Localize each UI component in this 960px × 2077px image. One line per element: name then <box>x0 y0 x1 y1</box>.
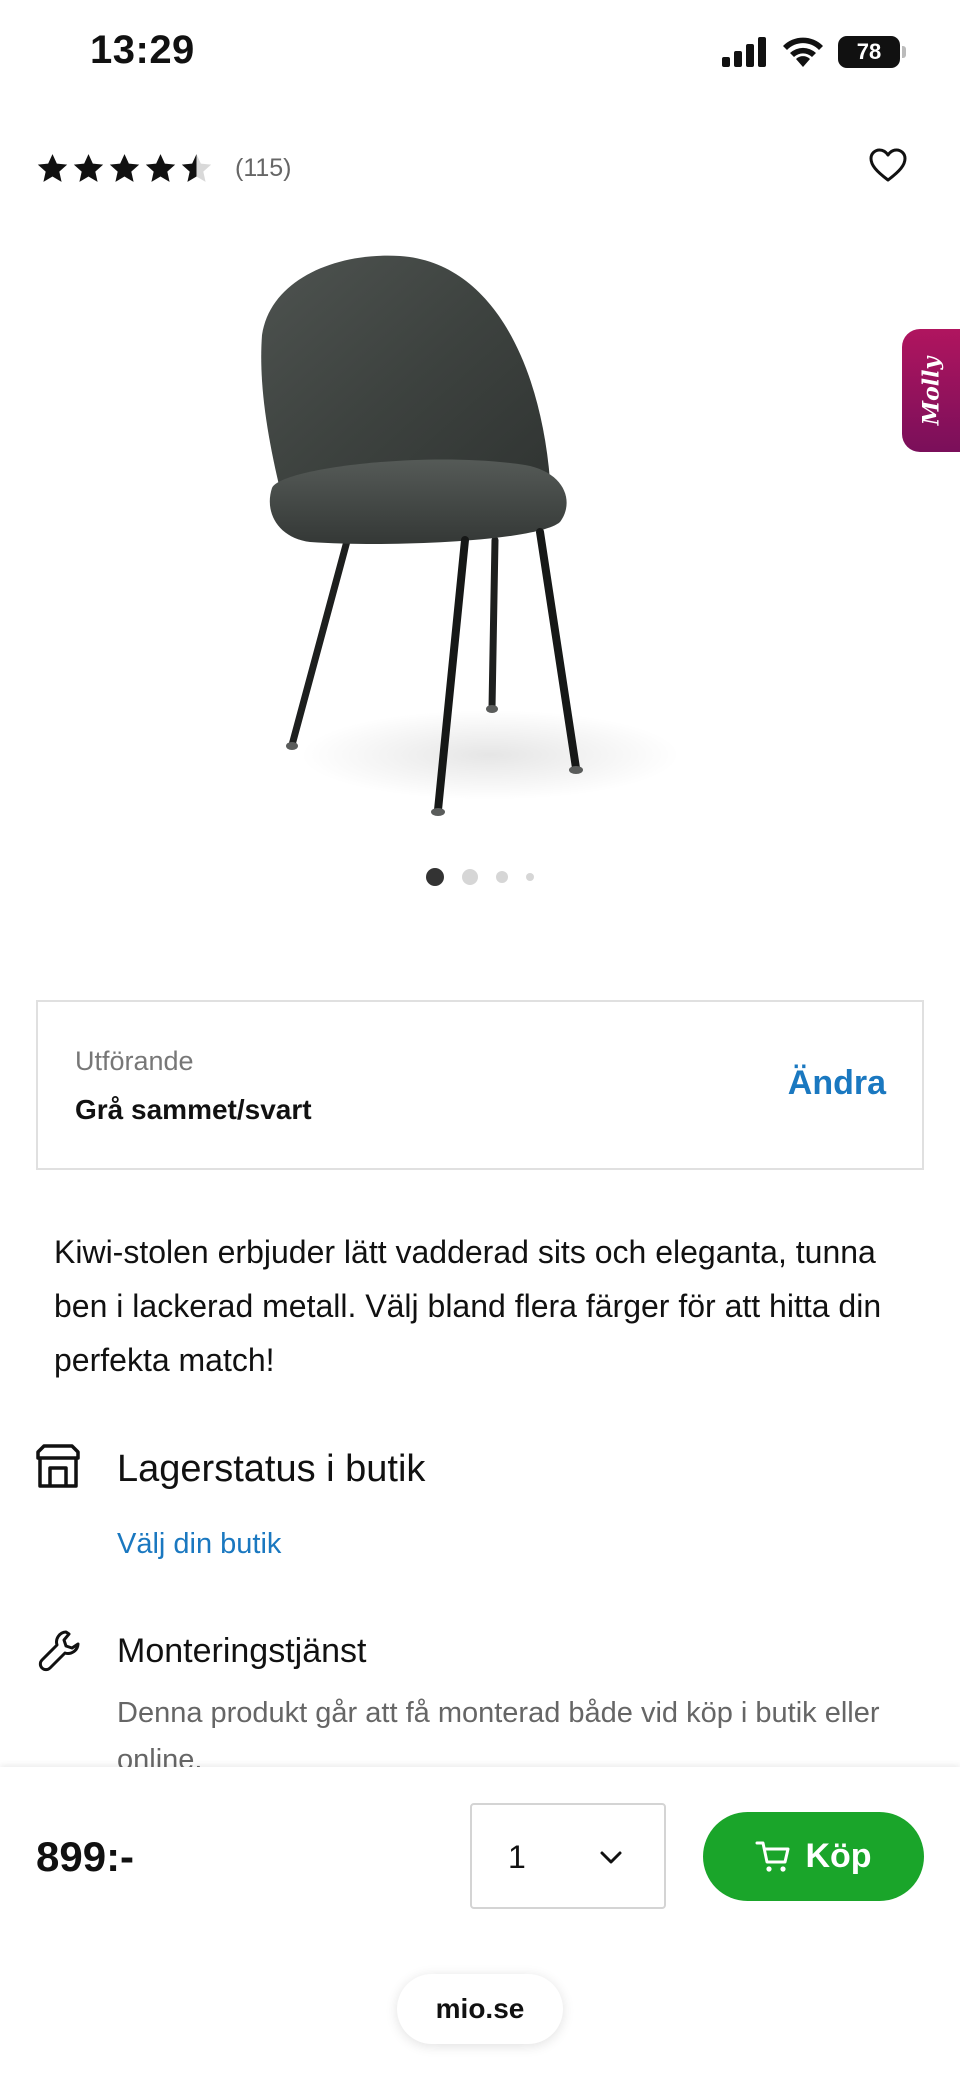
change-variant-button[interactable]: Ändra <box>788 1064 886 1103</box>
variant-selector[interactable]: Utförande Grå sammet/svart Ändra <box>36 1000 924 1170</box>
favorite-heart-icon[interactable] <box>868 146 908 186</box>
star-icon <box>37 154 68 182</box>
battery-indicator: 78 <box>838 36 906 68</box>
carousel-dot[interactable] <box>462 869 478 885</box>
cellular-signal-icon <box>722 37 766 67</box>
star-icon <box>181 154 212 182</box>
star-icon <box>145 154 176 182</box>
status-time: 13:29 <box>90 28 195 72</box>
rating-row[interactable]: (115) <box>36 148 292 188</box>
store-icon <box>36 1444 80 1488</box>
product-image[interactable] <box>240 240 720 830</box>
browser-address-bar[interactable]: mio.se <box>397 1974 563 2044</box>
product-price: 899:- <box>36 1833 135 1880</box>
star-rating <box>36 152 213 184</box>
cart-icon <box>755 1841 790 1872</box>
buy-button-label: Köp <box>805 1837 872 1875</box>
variant-value: Grå sammet/svart <box>75 1094 312 1125</box>
variant-label: Utförande <box>75 1046 194 1076</box>
carousel-dot[interactable] <box>496 871 508 883</box>
image-carousel-dots[interactable] <box>0 868 960 886</box>
chevron-down-icon <box>600 1851 622 1864</box>
status-icons: 78 <box>722 36 906 68</box>
assembly-service-title: Monteringstjänst <box>117 1632 367 1670</box>
star-icon <box>109 154 140 182</box>
choose-store-link[interactable]: Välj din butik <box>117 1528 281 1561</box>
product-description: Kiwi-stolen erbjuder lätt vadderad sits … <box>54 1234 882 1378</box>
star-icon <box>73 154 104 182</box>
carousel-dot[interactable] <box>426 868 444 886</box>
molly-assistant-tab[interactable]: Molly <box>902 329 960 452</box>
wifi-icon <box>783 37 823 67</box>
status-bar: 13:29 78 <box>0 0 960 110</box>
wrench-icon <box>38 1630 80 1672</box>
buy-button[interactable]: Köp <box>703 1812 924 1901</box>
review-count: (115) <box>235 153 292 182</box>
molly-label: Molly <box>918 356 944 425</box>
stock-status-title: Lagerstatus i butik <box>117 1448 426 1490</box>
quantity-select[interactable]: 1 <box>470 1803 666 1909</box>
quantity-value: 1 <box>508 1839 526 1875</box>
carousel-dot[interactable] <box>526 873 534 881</box>
